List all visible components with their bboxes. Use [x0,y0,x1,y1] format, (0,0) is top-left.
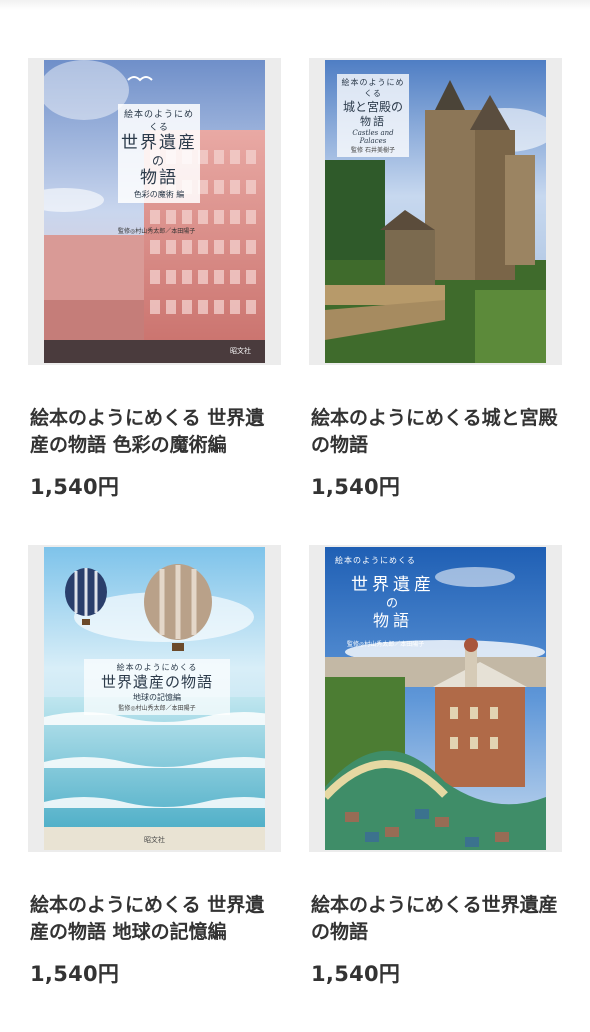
cover-headline: 世界遺産 の 物語 [351,575,435,630]
cover-publisher: 昭文社 [144,836,165,844]
product-card[interactable]: 絵本のようにめくる 世界遺産 の 物語 色彩の魔術 編 監修◎村山秀太郎／本田陽… [28,58,281,545]
product-price: 1,540円 [30,475,120,499]
cover-frame[interactable]: 絵本のようにめくる 世界遺産 の 物語 色彩の魔術 編 監修◎村山秀太郎／本田陽… [28,58,281,365]
product-card[interactable]: 絵本のようにめくる 城と宮殿の 物語 Castles and Palaces 監… [309,58,562,545]
cover-title-box: 絵本のようにめくる 世界遺産 の 物語 色彩の魔術 編 [118,104,200,203]
product-card[interactable]: 絵本のようにめくる 世界遺産の物語 地球の記憶編 監修◎村山秀太郎／本田陽子 昭… [28,545,281,1032]
product-title[interactable]: 絵本のようにめくる 世界遺産の物語 地球の記憶編 [30,892,280,946]
book-cover-image[interactable]: 絵本のようにめくる 世界遺産 の 物語 監修◎村山秀太郎／本田陽子 [325,547,546,850]
book-cover-image[interactable]: 絵本のようにめくる 城と宮殿の 物語 Castles and Palaces 監… [325,60,546,363]
book-cover-image[interactable]: 絵本のようにめくる 世界遺産 の 物語 色彩の魔術 編 監修◎村山秀太郎／本田陽… [44,60,265,363]
cover-publisher: 昭文社 [230,347,251,355]
product-card[interactable]: 絵本のようにめくる 世界遺産 の 物語 監修◎村山秀太郎／本田陽子 絵本のように… [309,545,562,1032]
cover-frame[interactable]: 絵本のようにめくる 世界遺産 の 物語 監修◎村山秀太郎／本田陽子 [309,545,562,852]
cover-title-box: 絵本のようにめくる [335,556,416,565]
product-title[interactable]: 絵本のようにめくる城と宮殿の物語 [311,405,561,459]
product-grid: 絵本のようにめくる 世界遺産 の 物語 色彩の魔術 編 監修◎村山秀太郎／本田陽… [28,58,562,1032]
cover-frame[interactable]: 絵本のようにめくる 世界遺産の物語 地球の記憶編 監修◎村山秀太郎／本田陽子 昭… [28,545,281,852]
cover-credit: 監修◎村山秀太郎／本田陽子 [347,641,425,648]
product-title[interactable]: 絵本のようにめくる世界遺産の物語 [311,892,561,946]
product-price: 1,540円 [311,962,401,986]
cover-credit: 監修◎村山秀太郎／本田陽子 [118,228,196,235]
product-price: 1,540円 [30,962,120,986]
top-divider [0,0,590,10]
cover-title-box: 絵本のようにめくる 城と宮殿の 物語 Castles and Palaces 監… [337,74,409,157]
product-title[interactable]: 絵本のようにめくる 世界遺産の物語 色彩の魔術編 [30,405,280,459]
product-price: 1,540円 [311,475,401,499]
cover-frame[interactable]: 絵本のようにめくる 城と宮殿の 物語 Castles and Palaces 監… [309,58,562,365]
book-cover-image[interactable]: 絵本のようにめくる 世界遺産の物語 地球の記憶編 監修◎村山秀太郎／本田陽子 昭… [44,547,265,850]
cover-title-box: 絵本のようにめくる 世界遺産の物語 地球の記憶編 監修◎村山秀太郎／本田陽子 [84,659,230,715]
